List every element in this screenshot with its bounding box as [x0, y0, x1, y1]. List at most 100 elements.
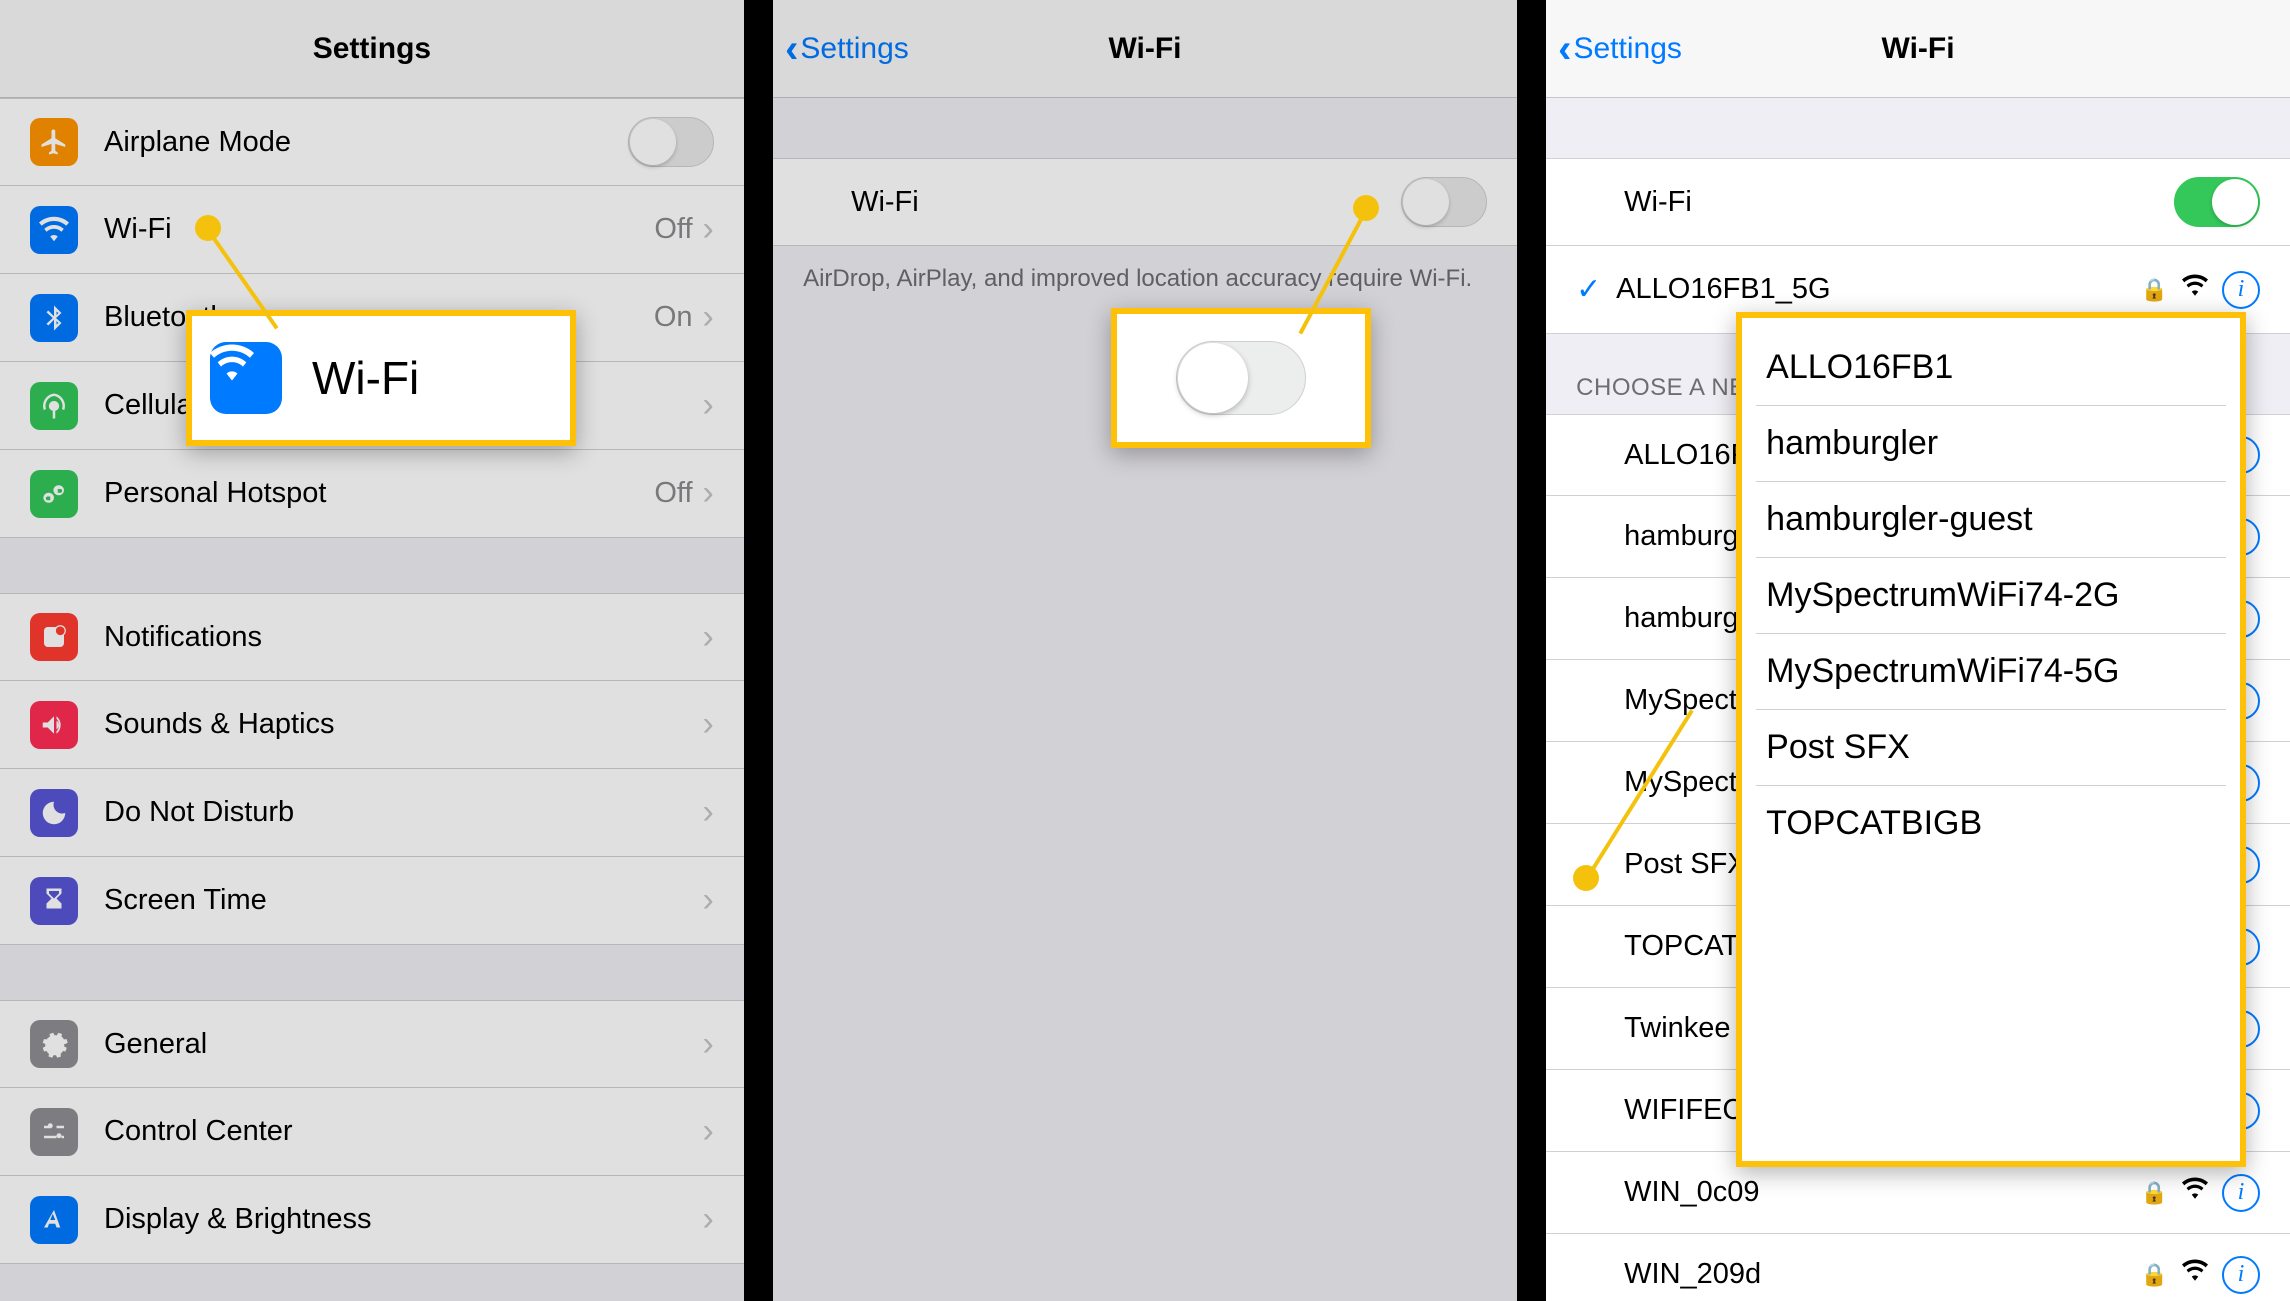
info-icon[interactable]: i — [2222, 1174, 2260, 1212]
airplane-icon — [30, 118, 78, 166]
wifi-footnote: AirDrop, AirPlay, and improved location … — [773, 246, 1517, 312]
sliders-icon — [30, 1108, 78, 1156]
panel-separator — [1517, 0, 1546, 1301]
chevron-left-icon: ‹ — [1558, 29, 1571, 69]
wifi-switch-group: Wi-Fi — [773, 158, 1517, 246]
nav-bar: ‹ Settings Wi-Fi — [773, 0, 1517, 98]
row-detail: Off — [654, 477, 692, 510]
chevron-right-icon: › — [703, 618, 714, 657]
callout-network-item[interactable]: hamburgler-guest — [1756, 482, 2226, 558]
callout-label: Wi-Fi — [312, 351, 419, 405]
wifi-toggle[interactable] — [1401, 177, 1487, 227]
info-icon[interactable]: i — [2222, 271, 2260, 309]
chevron-right-icon: › — [703, 881, 714, 920]
row-wifi-switch[interactable]: Wi-Fi — [1546, 158, 2290, 246]
info-icon[interactable]: i — [2222, 1256, 2260, 1294]
callout-network-item[interactable]: Post SFX — [1756, 710, 2226, 786]
page-title: Settings — [313, 32, 431, 66]
bluetooth-icon — [30, 294, 78, 342]
row-control-center[interactable]: Control Center › — [0, 1088, 744, 1176]
highlight-dot — [1353, 195, 1379, 221]
chevron-right-icon: › — [703, 1112, 714, 1151]
checkmark-icon: ✓ — [1576, 272, 1616, 307]
chevron-right-icon: › — [703, 386, 714, 425]
row-detail: On — [654, 301, 693, 334]
row-label: Personal Hotspot — [104, 477, 654, 510]
airplane-toggle[interactable] — [628, 117, 714, 167]
chevron-right-icon: › — [703, 298, 714, 337]
connected-network-name: ALLO16FB1_5G — [1616, 273, 2126, 306]
network-name: WIN_0c09 — [1624, 1176, 2126, 1209]
row-label: Screen Time — [104, 884, 703, 917]
big-wifi-toggle[interactable] — [1176, 341, 1306, 415]
row-do-not-disturb[interactable]: Do Not Disturb › — [0, 769, 744, 857]
wifi-icon — [30, 206, 78, 254]
chevron-right-icon: › — [703, 474, 714, 513]
gear-icon — [30, 1020, 78, 1068]
wifi-switch-label: Wi-Fi — [1624, 186, 2174, 219]
chevron-right-icon: › — [703, 210, 714, 249]
nav-bar: ‹ Settings Wi-Fi — [1546, 0, 2290, 98]
lock-icon: 🔒 — [2141, 277, 2168, 303]
callout-content: Wi-Fi — [192, 316, 570, 440]
wifi-on-panel: ‹ Settings Wi-Fi Wi-Fi ✓ ALLO16FB1_5G 🔒 … — [1546, 0, 2290, 1301]
highlight-dot — [1573, 865, 1599, 891]
antenna-icon — [30, 382, 78, 430]
callout-network-item[interactable]: MySpectrumWiFi74-2G — [1756, 558, 2226, 634]
row-network[interactable]: WIN_209d🔒i — [1546, 1234, 2290, 1301]
row-label: Control Center — [104, 1115, 703, 1148]
row-screen-time[interactable]: Screen Time › — [0, 857, 744, 945]
chevron-right-icon: › — [703, 705, 714, 744]
row-sounds[interactable]: Sounds & Haptics › — [0, 681, 744, 769]
settings-group-alerts: Notifications › Sounds & Haptics › Do No… — [0, 593, 744, 945]
lock-icon: 🔒 — [2141, 1262, 2168, 1288]
row-airplane-mode[interactable]: Airplane Mode — [0, 98, 744, 186]
row-personal-hotspot[interactable]: Personal Hotspot Off › — [0, 450, 744, 538]
callout-network-item[interactable]: MySpectrumWiFi74-5G — [1756, 634, 2226, 710]
row-display[interactable]: Display & Brightness › — [0, 1176, 744, 1264]
row-label: Notifications — [104, 621, 703, 654]
wifi-off-panel: ‹ Settings Wi-Fi Wi-Fi AirDrop, AirPlay,… — [773, 0, 1517, 1301]
row-notifications[interactable]: Notifications › — [0, 593, 744, 681]
back-button[interactable]: ‹ Settings — [1558, 29, 1682, 69]
chevron-left-icon: ‹ — [785, 29, 798, 69]
row-label: General — [104, 1028, 703, 1061]
wifi-signal-icon — [2182, 1258, 2208, 1291]
back-button[interactable]: ‹ Settings — [785, 29, 909, 69]
wifi-signal-icon — [2182, 1176, 2208, 1209]
hotspot-icon — [30, 470, 78, 518]
wifi-switch-group: Wi-Fi ✓ ALLO16FB1_5G 🔒 i — [1546, 158, 2290, 334]
row-label: Display & Brightness — [104, 1203, 703, 1236]
settings-panel: Settings Airplane Mode Wi-Fi Off › Bluet… — [0, 0, 744, 1301]
page-title: Wi-Fi — [1108, 32, 1181, 66]
row-wifi[interactable]: Wi-Fi Off › — [0, 186, 744, 274]
row-label: Do Not Disturb — [104, 796, 703, 829]
text-size-icon — [30, 1196, 78, 1244]
page-title: Wi-Fi — [1882, 32, 1955, 66]
speaker-icon — [30, 701, 78, 749]
nav-bar: Settings — [0, 0, 744, 98]
back-label: Settings — [1573, 32, 1681, 66]
callout-network-item[interactable]: hamburgler — [1756, 406, 2226, 482]
callout-network-item[interactable]: ALLO16FB1 — [1756, 330, 2226, 406]
panel-separator — [744, 0, 773, 1301]
chevron-right-icon: › — [703, 1200, 714, 1239]
row-label: Sounds & Haptics — [104, 708, 703, 741]
callout-network-list: ALLO16FB1hamburglerhamburgler-guestMySpe… — [1736, 312, 2246, 1167]
notifications-icon — [30, 613, 78, 661]
row-detail: Off — [654, 213, 692, 246]
callout-network-item[interactable]: TOPCATBIGB — [1756, 786, 2226, 861]
back-label: Settings — [800, 32, 908, 66]
moon-icon — [30, 789, 78, 837]
wifi-icon — [210, 342, 282, 414]
row-general[interactable]: General › — [0, 1000, 744, 1088]
hourglass-icon — [30, 877, 78, 925]
chevron-right-icon: › — [703, 793, 714, 832]
wifi-toggle[interactable] — [2174, 177, 2260, 227]
wifi-switch-label: Wi-Fi — [851, 186, 1401, 219]
highlight-dot — [195, 215, 221, 241]
row-wifi-switch[interactable]: Wi-Fi — [773, 158, 1517, 246]
callout-wifi: Wi-Fi — [186, 310, 576, 446]
wifi-signal-icon — [2182, 273, 2208, 306]
callout-toggle — [1111, 308, 1371, 448]
